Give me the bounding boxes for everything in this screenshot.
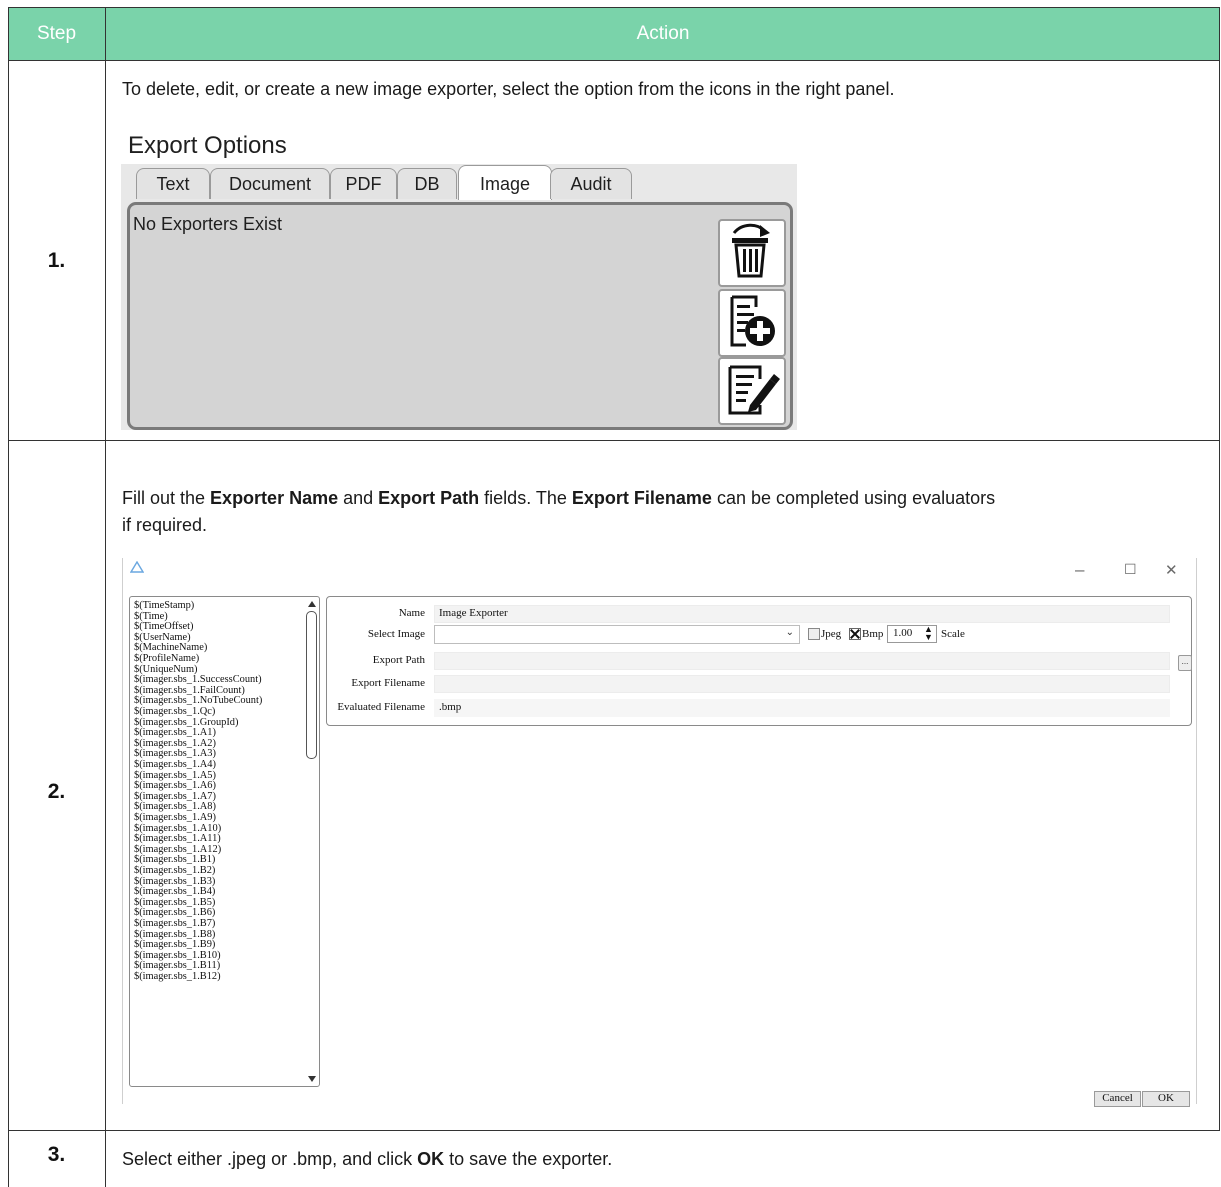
jpeg-checkbox[interactable] [808,628,820,640]
bmp-checkbox[interactable] [849,628,861,640]
exporters-panel [127,202,793,430]
steps-table: Step Action 1. 2. 3. To delete, edit, or… [8,7,1220,1187]
list-item[interactable]: $(imager.sbs_1.A9) [134,812,216,824]
edit-exporter-icon [728,365,780,415]
spinner-arrows-icon[interactable]: ▲ ▼ [924,625,933,642]
bmp-label: Bmp [862,628,884,640]
name-field[interactable] [434,605,1170,623]
list-item[interactable]: $(TimeStamp) [134,600,194,612]
tab-audit[interactable]: Audit [550,168,632,199]
exporter-form: Name Image Exporter Select Image ⌄ Jpeg … [326,596,1192,726]
export-path-field[interactable] [434,652,1170,670]
step-number: 3. [47,1143,66,1166]
browse-button[interactable]: ... [1178,655,1192,671]
tab-pdf[interactable]: PDF [330,168,397,199]
close-button[interactable]: ✕ [1165,561,1178,579]
scrollbar-thumb[interactable] [306,611,317,759]
ok-button[interactable]: OK [1142,1091,1190,1107]
export-path-label: Export Path [372,654,425,666]
export-filename-label: Export Filename [351,677,425,689]
header-step: Step [36,23,77,44]
scale-spinner[interactable]: 1.00 ▲ ▼ [887,625,937,643]
evaluated-filename-value: .bmp [439,701,462,713]
export-options-title: Export Options [128,132,287,159]
evaluator-list[interactable]: $(TimeStamp) $(Time) $(TimeOffset) $(UserNa… [129,596,320,1087]
list-item[interactable]: $(ProfileName) [134,653,199,665]
step-number: 2. [47,780,66,803]
delete-exporter-button[interactable] [718,219,786,287]
list-item[interactable]: $(imager.sbs_1.Qc) [134,706,215,718]
minimize-button[interactable]: – [1075,560,1084,580]
tab-db[interactable]: DB [397,168,457,199]
list-item[interactable]: $(imager.sbs_1.B12) [134,971,221,983]
delete-exporter-icon [732,223,770,278]
maximize-button[interactable]: ☐ [1124,561,1137,578]
chevron-down-icon: ⌄ [785,627,794,638]
list-item[interactable]: $(imager.sbs_1.B7) [134,918,215,930]
step-number: 1. [47,249,66,272]
edit-exporter-button[interactable] [718,357,786,425]
step-1-instruction: To delete, edit, or create a new image e… [122,79,895,99]
jpeg-label: Jpeg [821,628,842,640]
step-3-instruction: Select either .jpeg or .bmp, and click O… [122,1149,613,1169]
scroll-up-icon[interactable] [308,601,316,607]
add-exporter-icon [730,295,775,347]
export-filename-field[interactable] [434,675,1170,693]
header-action-cell: Action [106,7,1220,60]
evaluated-filename-field [434,699,1170,717]
add-exporter-button[interactable] [718,289,786,357]
header-step-cell: Step [8,7,105,60]
select-image-dropdown[interactable]: ⌄ [434,625,800,644]
evaluated-filename-label: Evaluated Filename [337,701,425,713]
scale-label: Scale [941,628,965,640]
list-item[interactable]: $(imager.sbs_1.B2) [134,865,215,877]
name-label: Name [398,607,425,619]
scroll-down-icon[interactable] [308,1076,316,1082]
cancel-button[interactable]: Cancel [1094,1091,1141,1107]
name-value: Image Exporter [439,607,508,619]
tab-image[interactable]: Image [458,165,552,200]
no-exporters-message: No Exporters Exist [133,214,283,234]
tab-text[interactable]: Text [136,168,210,199]
list-item[interactable]: $(imager.sbs_1.A4) [134,759,216,771]
tab-document[interactable]: Document [210,168,330,199]
step-2-instruction: Fill out the Exporter Name and Export Pa… [122,488,996,535]
export-options-screenshot: Export Options Text Document PDF DB Imag… [121,130,797,430]
app-logo-icon [130,561,144,573]
header-action: Action [636,23,690,44]
select-image-label: Select Image [367,628,425,640]
image-exporter-dialog: – ☐ ✕ $(TimeStamp) $(Time) $(TimeOffset) $(… [122,558,1197,1107]
scale-value: 1.00 [893,627,913,639]
